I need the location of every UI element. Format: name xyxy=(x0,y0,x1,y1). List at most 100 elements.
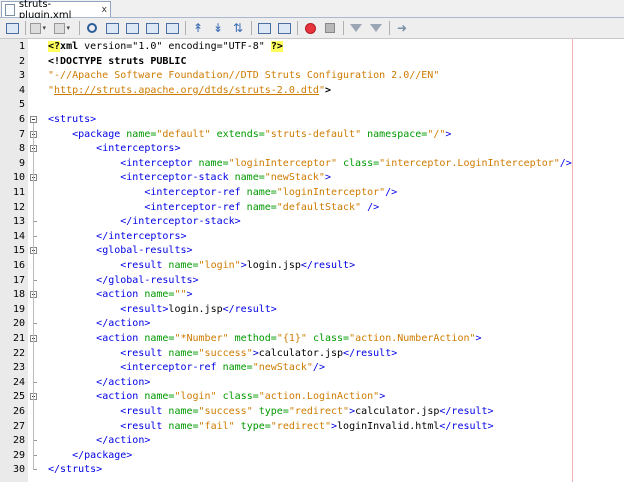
code-token: name= xyxy=(162,260,199,271)
record-macro-icon[interactable] xyxy=(302,20,318,36)
code-token: version= xyxy=(78,41,133,52)
code-token: name= xyxy=(240,201,277,213)
code-token: class= xyxy=(306,333,350,344)
code-token: name= xyxy=(162,420,199,432)
line-number: 25 xyxy=(12,391,25,403)
code-token: "action.NumberAction" xyxy=(349,333,476,344)
line-number: 23 xyxy=(12,362,25,374)
toolbar-separator xyxy=(389,21,390,35)
find-prev-icon[interactable] xyxy=(104,20,120,36)
validate-xml-icon[interactable]: ➜ xyxy=(394,20,410,36)
line-number: 15 xyxy=(12,245,25,257)
fold-toggle-icon[interactable] xyxy=(30,116,37,123)
code-token: loginInvalid.html xyxy=(337,420,440,432)
code-token: "UTF-8" xyxy=(222,41,265,52)
code-line: <interceptor name="loginInterceptor" cla… xyxy=(48,156,572,171)
shift-left-icon[interactable] xyxy=(256,20,272,36)
prev-error-icon[interactable] xyxy=(348,20,364,36)
code-token: "login" xyxy=(174,391,217,403)
line-number: 7 xyxy=(18,128,25,140)
shift-right-icon[interactable] xyxy=(276,20,292,36)
line-number: 17 xyxy=(12,274,25,286)
line-number: 9 xyxy=(18,157,25,169)
code-line: <interceptor-stack name="newStack"> xyxy=(48,170,331,185)
toolbar-separator xyxy=(79,21,80,35)
code-token: <!DOCTYPE struts PUBLIC xyxy=(48,55,187,67)
code-token: xml xyxy=(60,41,79,52)
line-number: 16 xyxy=(12,260,25,271)
line-number: 6 xyxy=(18,114,25,125)
code-token: "newStack" xyxy=(252,362,313,374)
line-number: 1 xyxy=(18,41,25,52)
find-next-icon[interactable] xyxy=(124,20,140,36)
code-line: <result>login.jsp</result> xyxy=(48,302,277,317)
code-token: <action xyxy=(96,289,139,301)
code-line: <result name="login">login.jsp</result> xyxy=(48,258,355,273)
toggle-highlight-icon[interactable] xyxy=(164,20,180,36)
find-icon[interactable] xyxy=(84,20,100,36)
code-token: "loginInterceptor" xyxy=(228,157,337,169)
next-bookmark-icon[interactable]: ⇅ xyxy=(230,20,246,36)
code-line: </interceptor-stack> xyxy=(48,214,240,229)
code-line: <struts> xyxy=(48,112,96,127)
code-line: </action> xyxy=(48,316,150,331)
code-token: <result> xyxy=(120,303,169,315)
code-token: </action> xyxy=(96,318,151,330)
find-selection-icon[interactable] xyxy=(144,20,160,36)
code-line: </struts> xyxy=(48,462,102,477)
file-tab[interactable]: struts-plugin.xml x xyxy=(1,0,111,21)
code-line: <result name="fail" type="redirect">logi… xyxy=(48,419,493,434)
code-line: <global-results> xyxy=(48,243,192,258)
code-token: type= xyxy=(234,420,271,432)
code-token: name= xyxy=(120,128,157,140)
line-number: 11 xyxy=(12,187,25,198)
back-icon[interactable]: ▾ xyxy=(30,20,46,36)
code-token: "success" xyxy=(198,347,253,359)
code-token: > xyxy=(475,333,482,344)
code-line: <package name="default" extends="struts-… xyxy=(48,127,451,142)
code-token: /> xyxy=(559,157,572,169)
toolbar-separator xyxy=(25,21,26,35)
code-token: "fail" xyxy=(198,420,235,432)
prev-bookmark-icon[interactable]: ↡ xyxy=(210,20,226,36)
code-token: class= xyxy=(216,391,259,403)
code-editor[interactable]: 1 <?xml version="1.0" encoding="UTF-8" ?>… xyxy=(0,39,624,482)
code-token: > xyxy=(324,84,331,96)
code-token: "success" xyxy=(198,406,253,417)
toggle-bookmark-icon[interactable]: ↟ xyxy=(190,20,206,36)
line-number: 27 xyxy=(12,420,25,432)
forward-icon[interactable]: ▾ xyxy=(54,20,70,36)
toolbar-separator xyxy=(297,21,298,35)
code-token: "redirect" xyxy=(288,406,350,417)
line-number: 22 xyxy=(12,347,25,359)
code-token: <action xyxy=(96,333,139,344)
code-token: name= xyxy=(240,187,277,198)
code-token: </result> xyxy=(300,260,356,271)
line-number: 21 xyxy=(12,333,25,344)
code-token: <? xyxy=(48,41,61,52)
code-token: /> xyxy=(312,362,325,374)
code-token: name= xyxy=(216,362,253,374)
code-token: "1.0" xyxy=(132,41,163,52)
code-token: name= xyxy=(192,157,229,169)
stop-macro-icon[interactable] xyxy=(322,20,338,36)
close-tab-icon[interactable]: x xyxy=(102,5,107,15)
toolbar-separator xyxy=(185,21,186,35)
code-token: </action> xyxy=(96,435,151,447)
next-error-icon[interactable] xyxy=(368,20,384,36)
history-icon[interactable] xyxy=(4,20,20,36)
code-token: name= xyxy=(162,406,199,417)
line-number: 24 xyxy=(12,376,25,388)
